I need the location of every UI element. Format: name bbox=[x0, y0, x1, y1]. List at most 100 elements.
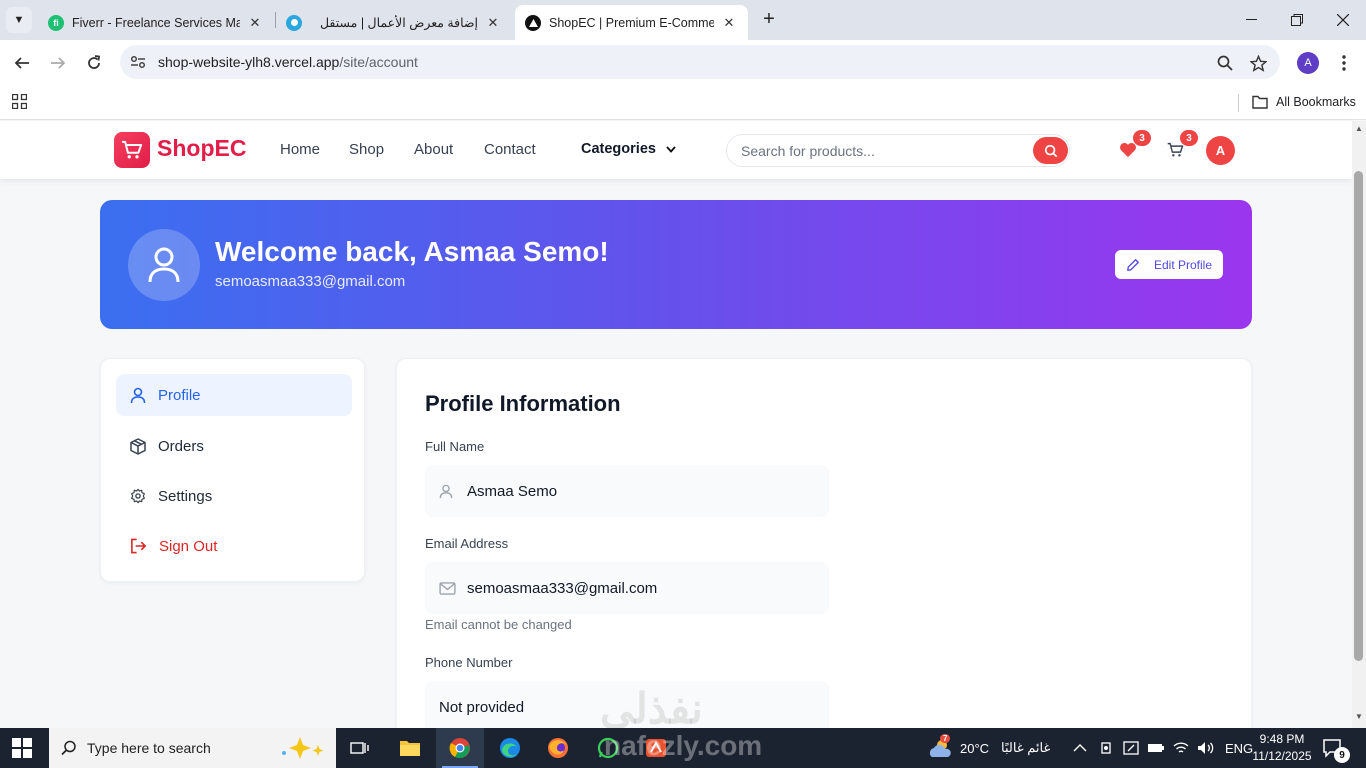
email-field: semoasmaa333@gmail.com bbox=[425, 562, 829, 614]
clock-time: 9:48 PM bbox=[1259, 732, 1305, 746]
chevron-down-icon bbox=[666, 145, 676, 153]
wishlist-button[interactable]: 3 bbox=[1115, 130, 1151, 163]
profile-avatar bbox=[128, 229, 200, 301]
cart-button[interactable]: 3 bbox=[1162, 130, 1198, 163]
cart-logo-icon[interactable] bbox=[114, 132, 150, 168]
task-view-icon[interactable] bbox=[336, 728, 384, 768]
restore-button[interactable] bbox=[1274, 0, 1320, 40]
bookmarks-bar: All Bookmarks bbox=[0, 86, 1366, 120]
categories-label: Categories bbox=[581, 141, 656, 157]
camera-icon[interactable] bbox=[1099, 741, 1113, 755]
vercel-icon bbox=[525, 14, 541, 31]
sidebar-item-label: Settings bbox=[158, 487, 213, 505]
email-hint: Email cannot be changed bbox=[425, 617, 572, 632]
full-name-value: Asmaa Semo bbox=[467, 482, 558, 500]
weather-widget[interactable]: 7 20°C غائم غالبًا bbox=[928, 728, 1050, 768]
phone-label: Phone Number bbox=[425, 655, 513, 670]
phone-value: Not provided bbox=[439, 698, 525, 716]
nav-contact[interactable]: Contact bbox=[484, 141, 536, 158]
minimize-button[interactable] bbox=[1228, 0, 1274, 40]
profile-title: Profile Information bbox=[425, 391, 621, 416]
chrome-icon[interactable] bbox=[436, 728, 484, 768]
sidebar-item-sign-out[interactable]: Sign Out bbox=[116, 525, 352, 567]
windows-start-icon[interactable] bbox=[12, 738, 32, 763]
close-tab-icon[interactable]: ✕ bbox=[484, 15, 502, 31]
categories-dropdown[interactable]: Categories bbox=[581, 141, 676, 157]
bookmarks-divider bbox=[1238, 94, 1239, 112]
forward-button[interactable] bbox=[45, 50, 71, 76]
product-search-input[interactable] bbox=[741, 141, 1021, 161]
email-value: semoasmaa333@gmail.com bbox=[467, 579, 658, 597]
brand-name[interactable]: ShopEC bbox=[157, 135, 246, 162]
close-tab-icon[interactable]: ✕ bbox=[246, 15, 264, 31]
page-scrollbar[interactable]: ▲ ▼ bbox=[1352, 121, 1366, 728]
welcome-banner: Welcome back, Asmaa Semo! semoasmaa333@g… bbox=[100, 200, 1252, 329]
heart-icon bbox=[1120, 142, 1136, 158]
tray-icons: ENG bbox=[1073, 728, 1253, 768]
back-button[interactable] bbox=[9, 50, 35, 76]
system-clock[interactable]: 9:48 PM 11/12/2025 bbox=[1250, 731, 1314, 765]
taskbar-search[interactable]: Type here to search bbox=[49, 728, 336, 768]
edit-profile-button[interactable]: Edit Profile bbox=[1115, 250, 1223, 279]
user-avatar[interactable]: A bbox=[1206, 136, 1235, 165]
all-bookmarks-label: All Bookmarks bbox=[1276, 95, 1356, 109]
sparkle-icon bbox=[282, 737, 324, 759]
apps-grid-icon[interactable] bbox=[11, 93, 28, 114]
nav-home[interactable]: Home bbox=[280, 141, 320, 158]
site-info-icon[interactable] bbox=[130, 55, 152, 69]
browser-menu-icon[interactable] bbox=[1331, 50, 1357, 76]
cart-count-badge: 3 bbox=[1180, 130, 1198, 146]
new-tab-button[interactable]: + bbox=[758, 8, 780, 30]
weather-temperature: 20°C bbox=[960, 740, 990, 756]
nav-shop[interactable]: Shop bbox=[349, 141, 384, 158]
reload-button[interactable] bbox=[81, 50, 107, 76]
close-window-button[interactable] bbox=[1320, 0, 1366, 40]
nafezly-taskbar-watermark: nafezly.com bbox=[604, 730, 763, 761]
zoom-icon[interactable] bbox=[1212, 50, 1238, 76]
search-icon bbox=[61, 740, 76, 756]
search-icon bbox=[1044, 144, 1057, 157]
all-bookmarks-button[interactable]: All Bookmarks bbox=[1252, 92, 1356, 112]
cart-icon bbox=[1167, 142, 1183, 157]
close-tab-icon[interactable]: ✕ bbox=[720, 15, 738, 31]
tab-mostaql[interactable]: إضافة معرض الأعمال | مستقل ✕ bbox=[276, 5, 512, 40]
sidebar-item-orders[interactable]: Orders bbox=[116, 425, 352, 467]
chevron-up-icon[interactable] bbox=[1073, 743, 1087, 753]
tab-shopec[interactable]: ShopEC | Premium E-Commerce ✕ bbox=[515, 5, 748, 40]
edge-icon[interactable] bbox=[486, 728, 534, 768]
nav-about[interactable]: About bbox=[414, 141, 453, 158]
volume-icon[interactable] bbox=[1197, 741, 1215, 755]
account-sidebar: Profile Orders Settings Sign Out bbox=[100, 358, 365, 582]
site-header: ShopEC Home Shop About Contact Categorie… bbox=[0, 121, 1352, 179]
url-host: shop-website-ylh8.vercel.app bbox=[158, 54, 340, 70]
search-button[interactable] bbox=[1033, 137, 1068, 164]
taskbar-search-placeholder: Type here to search bbox=[87, 740, 211, 756]
browser-profile-avatar[interactable]: A bbox=[1297, 52, 1319, 74]
firefox-icon[interactable] bbox=[534, 728, 582, 768]
pencil-icon bbox=[1127, 258, 1139, 271]
scrollbar-thumb[interactable] bbox=[1354, 171, 1363, 661]
clock-date: 11/12/2025 bbox=[1252, 749, 1312, 763]
user-icon bbox=[148, 247, 180, 283]
wifi-icon[interactable] bbox=[1173, 741, 1189, 755]
windows-taskbar: Type here to search nafezly.com 7 20°C غ… bbox=[0, 728, 1366, 768]
edit-profile-label: Edit Profile bbox=[1153, 257, 1213, 272]
tab-fiverr[interactable]: fi Fiverr - Freelance Services Marketpla… bbox=[38, 5, 274, 40]
sidebar-item-profile[interactable]: Profile bbox=[116, 374, 352, 416]
url-path: /site/account bbox=[339, 54, 418, 70]
sidebar-item-settings[interactable]: Settings bbox=[116, 475, 352, 517]
full-name-field[interactable]: Asmaa Semo bbox=[425, 465, 829, 517]
file-explorer-icon[interactable] bbox=[386, 728, 434, 768]
welcome-email: semoasmaa333@gmail.com bbox=[215, 273, 406, 290]
address-bar[interactable]: shop-website-ylh8.vercel.app/site/accoun… bbox=[120, 45, 1280, 79]
tab-search-button[interactable]: ▼ bbox=[6, 7, 32, 33]
language-indicator[interactable]: ENG bbox=[1225, 741, 1253, 756]
meet-now-icon[interactable] bbox=[1123, 741, 1139, 755]
bookmark-star-icon[interactable] bbox=[1245, 50, 1271, 76]
sign-out-icon bbox=[131, 538, 147, 554]
scroll-up-arrow[interactable]: ▲ bbox=[1355, 124, 1363, 133]
battery-icon[interactable] bbox=[1147, 742, 1165, 754]
scroll-down-arrow[interactable]: ▼ bbox=[1355, 712, 1363, 721]
sidebar-item-label: Orders bbox=[158, 437, 204, 455]
notification-count-badge: 9 bbox=[1334, 747, 1350, 763]
